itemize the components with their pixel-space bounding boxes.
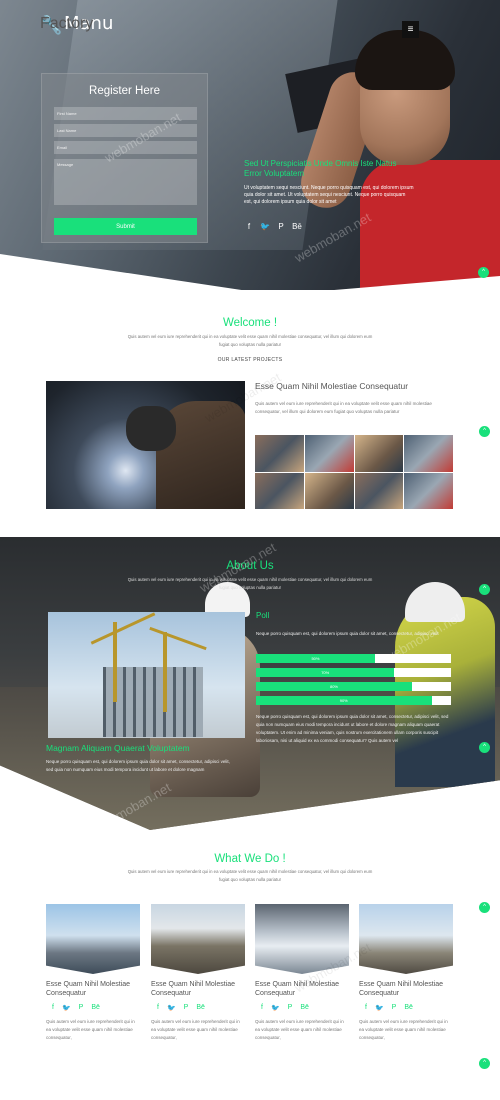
service-social-links: f 🐦 P Bē xyxy=(255,1004,349,1012)
welcome-title: Welcome ! xyxy=(222,317,278,329)
twitter-icon[interactable]: 🐦 xyxy=(271,1004,280,1012)
service-image-factory-line xyxy=(255,904,349,974)
facebook-icon[interactable]: f xyxy=(52,1004,54,1012)
gallery-image[interactable] xyxy=(404,472,453,509)
service-image-plant xyxy=(359,904,453,974)
facebook-icon[interactable]: f xyxy=(365,1004,367,1012)
behance-icon[interactable]: Bē xyxy=(292,222,302,231)
poll-bar-fill: 80% xyxy=(256,682,412,691)
gallery-image[interactable] xyxy=(304,435,354,472)
about-worker-vest xyxy=(395,597,495,787)
service-title: Esse Quam Nihil Molestiae Consequatur xyxy=(151,981,236,997)
poll-bar-fill: 50% xyxy=(256,654,375,663)
gallery-image[interactable] xyxy=(255,435,304,472)
twitter-icon[interactable]: 🐦 xyxy=(260,222,270,231)
services-title: What We Do ! xyxy=(214,853,286,865)
crane-jib xyxy=(149,626,207,651)
service-social-links: f 🐦 P Bē xyxy=(359,1004,453,1012)
submit-button[interactable]: Submit xyxy=(54,218,197,235)
hero-heading: Sed Ut Perspiciatis Unde Omnis Iste Natu… xyxy=(244,159,397,178)
first-name-field[interactable] xyxy=(54,107,197,120)
services-description: Quis autem vel eum iure reprehenderit qu… xyxy=(127,869,373,882)
facebook-icon[interactable]: f xyxy=(261,1004,263,1012)
welding-project-image xyxy=(46,381,245,509)
service-card: Esse Quam Nihil Molestiae Consequatur f … xyxy=(151,904,245,1042)
behance-icon[interactable]: Bē xyxy=(196,1004,205,1012)
building-frame xyxy=(103,667,203,737)
scroll-up-icon[interactable]: ^ xyxy=(479,902,490,913)
hero-social-links: f 🐦 P Bē xyxy=(244,222,302,231)
about-subtext: Neque porro quisquam est, qui dolorem ip… xyxy=(46,759,230,772)
scroll-up-icon[interactable]: ^ xyxy=(479,584,490,595)
gallery-image[interactable] xyxy=(354,472,404,509)
poll-bar-fill: 70% xyxy=(256,668,395,677)
gallery-image[interactable] xyxy=(404,435,453,472)
pinterest-icon[interactable]: P xyxy=(392,1004,397,1012)
service-card: Esse Quam Nihil Molestiae Consequatur f … xyxy=(46,904,140,1042)
service-title: Esse Quam Nihil Molestiae Consequatur xyxy=(46,981,131,997)
last-name-field[interactable] xyxy=(54,124,197,137)
service-image-port-cranes xyxy=(46,904,140,974)
pinterest-icon[interactable]: P xyxy=(184,1004,189,1012)
behance-icon[interactable]: Bē xyxy=(91,1004,100,1012)
latest-projects-label: OUR LATEST PROJECTS xyxy=(217,357,283,363)
pinterest-icon[interactable]: P xyxy=(79,1004,84,1012)
about-worker-hardhat xyxy=(405,582,465,622)
service-title: Esse Quam Nihil Molestiae Consequatur xyxy=(255,981,340,997)
crane-jib xyxy=(90,612,156,645)
register-form: Register Here Submit xyxy=(41,73,208,243)
welcome-description: Quis autem vel eum iure reprehenderit qu… xyxy=(127,334,373,347)
project-text: Quis autem vel eum iure reprehenderit qu… xyxy=(255,401,432,414)
service-text: Quis autem vel eum iure reprehenderit qu… xyxy=(46,1019,135,1040)
scroll-up-icon[interactable]: ^ xyxy=(478,267,489,278)
pinterest-icon[interactable]: P xyxy=(288,1004,293,1012)
service-title: Esse Quam Nihil Molestiae Consequatur xyxy=(359,981,444,997)
welder-helmet xyxy=(126,406,176,451)
scroll-up-icon[interactable]: ^ xyxy=(479,426,490,437)
gallery-image[interactable] xyxy=(255,472,304,509)
service-text: Quis autem vel eum iure reprehenderit qu… xyxy=(359,1019,448,1040)
service-text: Quis autem vel eum iure reprehenderit qu… xyxy=(151,1019,240,1040)
gallery-image[interactable] xyxy=(304,472,354,509)
twitter-icon[interactable]: 🐦 xyxy=(167,1004,176,1012)
service-image-silos xyxy=(151,904,245,974)
hero-text: Ut voluptatem sequi nesciunt. Neque porr… xyxy=(244,185,414,205)
twitter-icon[interactable]: 🐦 xyxy=(62,1004,71,1012)
about-subheading: Magnam Aliquam Quaerat Voluptatem xyxy=(46,743,190,753)
poll-bar: 70% xyxy=(256,668,451,677)
behance-icon[interactable]: Bē xyxy=(404,1004,413,1012)
email-field[interactable] xyxy=(54,141,197,154)
about-description: Quis autem vel eum iure reprehenderit qu… xyxy=(127,577,373,590)
scroll-up-icon[interactable]: ^ xyxy=(479,742,490,753)
message-field[interactable] xyxy=(54,159,197,205)
poll-bar: 80% xyxy=(256,682,451,691)
facebook-icon[interactable]: f xyxy=(157,1004,159,1012)
service-card: Esse Quam Nihil Molestiae Consequatur f … xyxy=(255,904,349,1042)
project-gallery xyxy=(255,435,453,509)
crane-mast xyxy=(163,632,167,712)
poll-bar-fill: 90% xyxy=(256,696,432,705)
project-title: Esse Quam Nihil Molestiae Consequatur xyxy=(255,381,409,391)
about-title: About Us xyxy=(226,560,274,572)
menu-icon[interactable]: ≡ xyxy=(402,21,419,38)
scroll-up-icon[interactable]: ^ xyxy=(479,1058,490,1069)
gallery-image[interactable] xyxy=(354,435,404,472)
hero-worker-hair xyxy=(355,30,455,90)
about-text: Neque porro quisquam est, qui dolorem ip… xyxy=(256,714,449,743)
brand-subtitle: Factory xyxy=(40,15,94,32)
poll-bar: 90% xyxy=(256,696,451,705)
poll-text: Neque porro quisquam est, qui dolorem ip… xyxy=(256,631,439,636)
poll-title: Poll xyxy=(256,611,270,620)
register-heading: Register Here xyxy=(89,85,160,97)
facebook-icon[interactable]: f xyxy=(244,222,254,231)
service-card: Esse Quam Nihil Molestiae Consequatur f … xyxy=(359,904,453,1042)
poll-bar: 50% xyxy=(256,654,451,663)
twitter-icon[interactable]: 🐦 xyxy=(375,1004,384,1012)
service-social-links: f 🐦 P Bē xyxy=(151,1004,245,1012)
construction-crane-image xyxy=(48,612,245,738)
behance-icon[interactable]: Bē xyxy=(300,1004,309,1012)
service-text: Quis autem vel eum iure reprehenderit qu… xyxy=(255,1019,344,1040)
pinterest-icon[interactable]: P xyxy=(276,222,286,231)
service-social-links: f 🐦 P Bē xyxy=(46,1004,140,1012)
